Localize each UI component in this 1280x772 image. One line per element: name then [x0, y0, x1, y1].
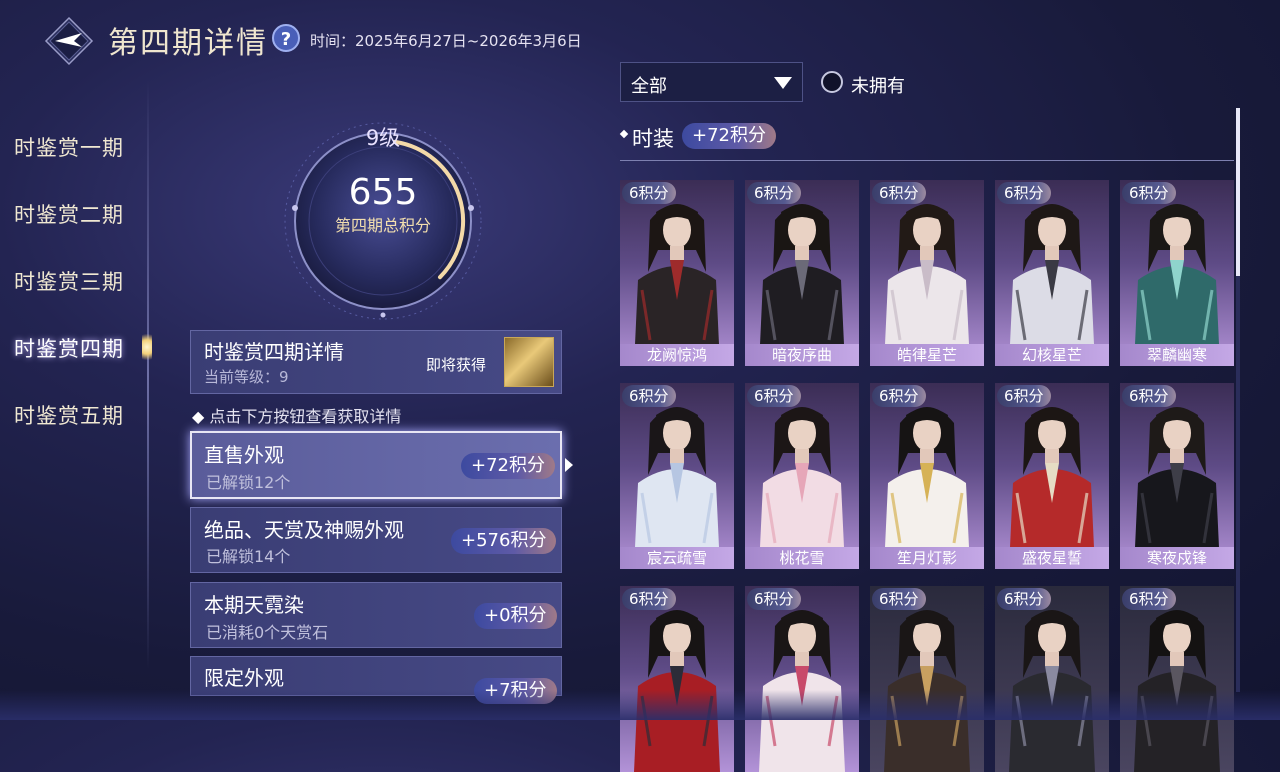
outfit-card[interactable]: 6积分皓律星芒	[870, 180, 984, 366]
outfit-card[interactable]: 6积分	[745, 586, 859, 772]
outfit-card[interactable]: 6积分	[620, 586, 734, 772]
unowned-radio[interactable]	[821, 71, 843, 93]
outfit-points-badge: 6积分	[747, 588, 801, 610]
points-badge: +576积分	[451, 528, 557, 554]
nav-item-period-5[interactable]: 时鉴赏五期	[14, 400, 124, 430]
page-title: 第四期详情	[108, 26, 268, 61]
outfit-points-badge: 6积分	[1122, 588, 1176, 610]
nav-active-marker	[142, 330, 152, 364]
details-title: 时鉴赏四期详情	[204, 340, 344, 364]
section-title: 时装	[632, 127, 674, 151]
outfit-points-badge: 6积分	[622, 182, 676, 204]
section-points-badge: +72积分	[682, 123, 776, 149]
outfit-character-image	[759, 204, 845, 366]
outfit-character-image	[884, 407, 970, 569]
outfit-card[interactable]: 6积分幻核星芒	[995, 180, 1109, 366]
outfit-character-image	[634, 610, 720, 772]
outfit-name: 宸云疏雪	[620, 547, 734, 569]
nav-item-period-2[interactable]: 时鉴赏二期	[14, 199, 124, 229]
outfit-character-image	[884, 204, 970, 366]
outfit-points-badge: 6积分	[622, 385, 676, 407]
back-button[interactable]	[44, 16, 94, 66]
outfit-name: 皓律星芒	[870, 344, 984, 366]
outfit-card[interactable]: 6积分翠麟幽寒	[1120, 180, 1234, 366]
outfit-card[interactable]: 6积分龙阙惊鸿	[620, 180, 734, 366]
outfit-character-image	[1009, 204, 1095, 366]
scrollbar-thumb[interactable]	[1236, 108, 1240, 276]
outfit-card[interactable]: 6积分	[1120, 586, 1234, 772]
category-sub: 已解锁12个	[206, 473, 291, 492]
level-label: 9级	[365, 126, 401, 150]
filter-dropdown-value: 全部	[631, 76, 667, 97]
section-bullet-icon	[619, 129, 629, 139]
outfit-name: 暗夜序曲	[745, 344, 859, 366]
outfit-name: 龙阙惊鸿	[620, 344, 734, 366]
outfit-card[interactable]: 6积分盛夜星誓	[995, 383, 1109, 569]
obtain-label: 即将获得	[426, 356, 487, 374]
outfit-points-badge: 6积分	[1122, 182, 1176, 204]
outfit-points-badge: 6积分	[997, 588, 1051, 610]
selected-arrow-icon	[565, 458, 573, 472]
outfit-character-image	[1009, 610, 1095, 772]
outfit-name: 笙月灯影	[870, 547, 984, 569]
hint-text: ◆ 点击下方按钮查看获取详情	[192, 407, 402, 426]
outfit-points-badge: 6积分	[872, 385, 926, 407]
outfit-name: 桃花雪	[745, 547, 859, 569]
outfit-character-image	[884, 610, 970, 772]
category-title: 直售外观	[204, 443, 284, 467]
outfit-character-image	[1009, 407, 1095, 569]
outfit-points-badge: 6积分	[622, 588, 676, 610]
outfit-character-image	[1134, 610, 1220, 772]
unowned-label[interactable]: 未拥有	[851, 72, 905, 98]
category-title: 绝品、天赏及神赐外观	[204, 518, 404, 542]
current-level: 当前等级：9	[204, 368, 289, 386]
category-sub: 已消耗0个天赏石	[206, 623, 329, 642]
golden-reward-item-icon[interactable]	[504, 337, 554, 387]
question-icon[interactable]: ?	[272, 24, 300, 52]
nav-item-period-1[interactable]: 时鉴赏一期	[14, 132, 124, 162]
outfit-character-image	[634, 204, 720, 366]
outfit-name: 幻核星芒	[995, 344, 1109, 366]
total-score: 655	[348, 172, 418, 213]
outfit-name: 翠麟幽寒	[1120, 344, 1234, 366]
outfit-character-image	[1134, 204, 1220, 366]
outfit-character-image	[759, 610, 845, 772]
section-divider	[620, 160, 1234, 161]
outfit-name: 寒夜戍锋	[1120, 547, 1234, 569]
outfit-card[interactable]: 6积分	[995, 586, 1109, 772]
outfit-points-badge: 6积分	[872, 182, 926, 204]
outfit-character-image	[759, 407, 845, 569]
points-badge: +72积分	[461, 453, 555, 479]
outfit-card[interactable]: 6积分笙月灯影	[870, 383, 984, 569]
outfit-points-badge: 6积分	[872, 588, 926, 610]
outfit-card[interactable]: 6积分宸云疏雪	[620, 383, 734, 569]
nav-item-period-4[interactable]: 时鉴赏四期	[14, 333, 124, 363]
outfit-name: 盛夜星誓	[995, 547, 1109, 569]
outfit-points-badge: 6积分	[997, 182, 1051, 204]
outfit-card[interactable]: 6积分桃花雪	[745, 383, 859, 569]
category-title: 限定外观	[204, 666, 284, 690]
time-range: 时间：2025年6月27日~2026年3月6日	[310, 32, 582, 50]
total-score-label: 第四期总积分	[334, 216, 431, 235]
outfit-card[interactable]: 6积分暗夜序曲	[745, 180, 859, 366]
nav-divider	[147, 80, 149, 670]
bottom-fade	[0, 690, 1280, 720]
points-badge: +0积分	[474, 603, 557, 629]
category-sub: 已解锁14个	[206, 547, 291, 566]
nav-item-period-3[interactable]: 时鉴赏三期	[14, 266, 124, 296]
outfit-points-badge: 6积分	[1122, 385, 1176, 407]
outfit-card[interactable]: 6积分	[870, 586, 984, 772]
outfit-points-badge: 6积分	[747, 385, 801, 407]
outfit-character-image	[634, 407, 720, 569]
outfit-points-badge: 6积分	[997, 385, 1051, 407]
outfit-points-badge: 6积分	[747, 182, 801, 204]
triangle-down-icon	[774, 77, 792, 89]
outfit-character-image	[1134, 407, 1220, 569]
outfit-card[interactable]: 6积分寒夜戍锋	[1120, 383, 1234, 569]
category-title: 本期天霓染	[204, 593, 304, 617]
